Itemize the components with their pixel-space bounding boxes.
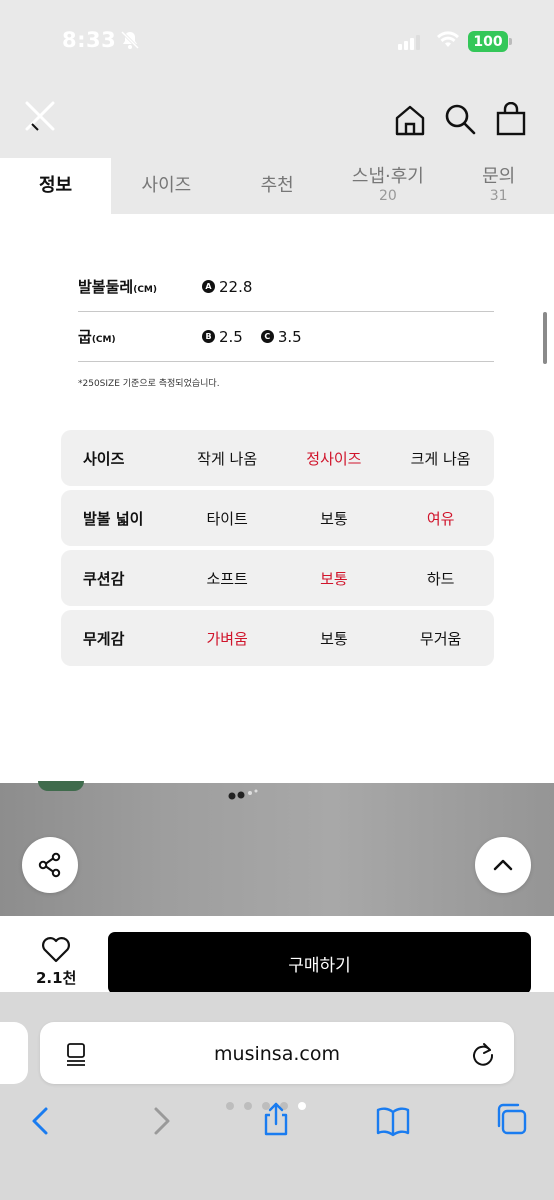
fit-option: 소프트 [206,569,248,588]
tab-label: 정보 [38,175,73,197]
tab-size[interactable]: 사이즈 [111,158,222,214]
fit-option-selected: 보통 [320,569,348,588]
fit-option-selected: 가벼움 [206,629,248,648]
fit-option: 무거움 [419,629,462,648]
fit-option: 하드 [426,569,455,588]
shopping-bag-icon[interactable] [495,102,527,136]
tab-label: 추천 [260,175,294,197]
reload-icon[interactable] [470,1041,496,1067]
spec-label: 발볼둘레(CM) [78,278,157,296]
fit-option: 작게 나옴 [197,449,258,468]
tab-snap-review[interactable]: 스냅·후기 20 [333,158,444,214]
spec-value: B 2.5 [202,328,243,346]
product-tabs: 정보 사이즈 추천 스냅·후기 20 문의 31 [0,158,554,214]
fit-row: 사이즈 작게 나옴 정사이즈 크게 나옴 [61,430,494,486]
buy-button[interactable]: 구매하기 [108,932,531,994]
like-count: 2.1천 [36,969,77,987]
page-dot [226,1102,234,1110]
fit-label: 사이즈 [83,449,125,468]
status-time: 8:33 [62,28,117,52]
measurement-footnote: *250SIZE 기준으로 측정되었습니다. [78,379,220,389]
spec-unit: (CM) [133,285,157,295]
tab-count: 20 [378,188,397,205]
search-icon[interactable] [444,103,476,135]
fit-label: 무게감 [83,629,125,648]
spec-value: A 22.8 [202,278,252,296]
fit-option: 타이트 [206,509,248,528]
chevron-up-icon [493,859,513,871]
share-icon[interactable] [259,1102,293,1136]
spec-row-heel: 굽(CM) B 2.5 C 3.5 [78,312,494,362]
tab-label: 스냅·후기 [351,166,424,188]
share-button[interactable] [22,837,78,893]
tab-inquiry[interactable]: 문의 31 [443,158,554,214]
tab-count: 31 [489,188,508,205]
fit-option-selected: 정사이즈 [306,449,362,468]
tabs-icon[interactable] [494,1102,528,1136]
share-icon [38,852,61,878]
fit-row: 쿠션감 소프트 보통 하드 [61,550,494,606]
fit-row: 무게감 가벼움 보통 무거움 [61,610,494,666]
spec-label: 굽(CM) [78,328,116,346]
spec-value: C 3.5 [260,328,302,346]
back-icon[interactable] [24,1104,58,1138]
product-photo [0,781,554,916]
photo-detail [38,781,84,791]
close-icon[interactable] [24,100,56,132]
spec-badge: B [202,330,215,343]
top-background [0,0,554,160]
forward-icon[interactable] [144,1104,178,1138]
spec-unit: (CM) [91,335,116,345]
tab-label: 문의 [482,166,516,188]
page-dot-active [298,1102,306,1110]
fit-option: 크게 나옴 [410,449,471,468]
fit-option: 보통 [320,629,348,648]
scrollbar[interactable] [543,312,547,364]
fit-option: 보통 [320,509,348,528]
fit-row: 발볼 넓이 타이트 보통 여유 [61,490,494,546]
bookmarks-icon[interactable] [376,1104,410,1138]
spec-badge: C [260,330,274,343]
wifi-icon [437,31,459,47]
heart-icon[interactable] [41,935,71,963]
fit-label: 발볼 넓이 [83,509,144,528]
spec-row-ball-girth: 발볼둘레(CM) A 22.8 [78,262,494,312]
battery-indicator: 100 [468,31,512,52]
fit-option-selected: 여유 [426,509,455,528]
fit-label: 쿠션감 [83,569,125,588]
scroll-top-button[interactable] [475,837,531,893]
home-icon[interactable] [393,103,427,137]
spec-badge: A [202,280,215,293]
photo-detail [228,789,258,800]
tab-label: 사이즈 [141,175,192,197]
tab-info[interactable]: 정보 [0,158,111,214]
tab-recommend[interactable]: 추천 [222,158,333,214]
cellular-signal-icon [398,34,420,50]
page-dot [244,1102,252,1110]
bell-slash-icon [120,30,140,50]
